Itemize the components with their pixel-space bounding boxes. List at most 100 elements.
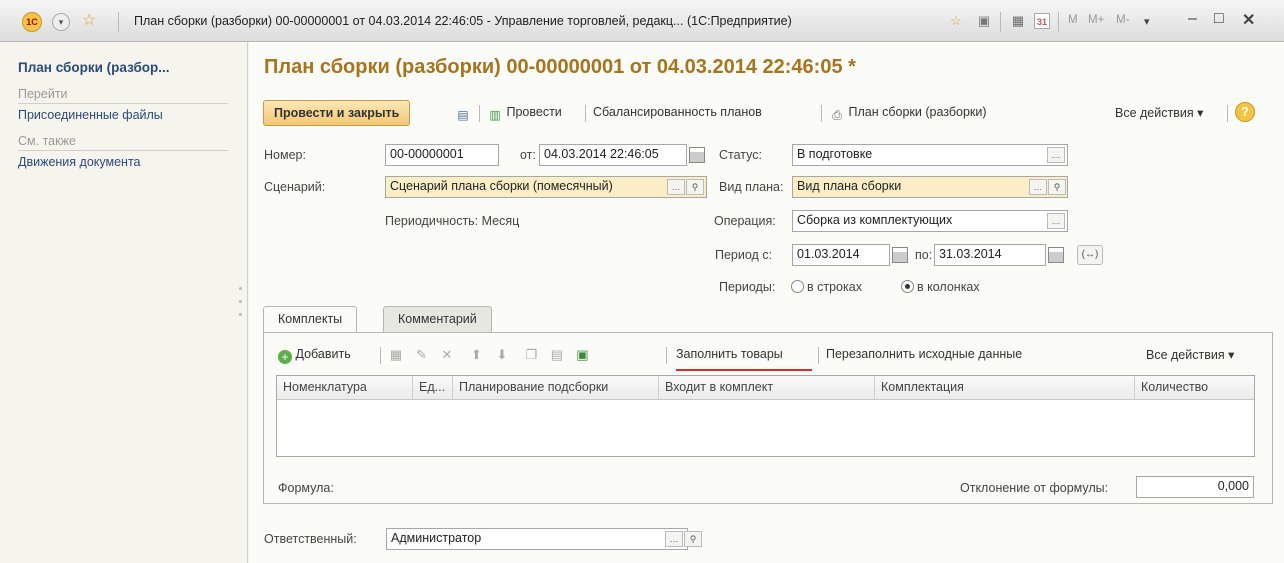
post-icon: ▥: [489, 108, 501, 122]
titlebar-divider: [118, 12, 119, 32]
scenario-label: Сценарий:: [264, 180, 326, 194]
number-field[interactable]: 00-00000001: [385, 144, 499, 166]
splitter-handle[interactable]: [239, 287, 242, 290]
post-and-close-button[interactable]: Провести и закрыть: [263, 100, 411, 126]
status-field[interactable]: В подготовке: [792, 144, 1068, 166]
responsible-label: Ответственный:: [264, 532, 357, 546]
radio-circle-icon[interactable]: [791, 280, 804, 293]
paste-icon[interactable]: ▤: [549, 347, 565, 363]
responsible-select-button[interactable]: …: [665, 531, 683, 547]
status-select-button[interactable]: …: [1047, 147, 1065, 163]
window-title: План сборки (разборки) 00-00000001 от 04…: [134, 14, 792, 28]
dropdown-chevron-icon[interactable]: ▾: [1144, 15, 1150, 28]
minimize-icon[interactable]: –: [1188, 10, 1197, 28]
operation-select-button[interactable]: …: [1047, 213, 1065, 229]
print-button[interactable]: ⎙ План сборки (разборки): [829, 105, 986, 123]
column-header[interactable]: Комплектация: [875, 376, 1135, 400]
delete-icon[interactable]: ✕: [439, 347, 455, 363]
page-title: План сборки (разборки) 00-00000001 от 04…: [264, 56, 856, 78]
kits-table-header: Номенклатура Ед... Планирование подсборк…: [277, 376, 1254, 400]
save-icon[interactable]: ▤: [455, 105, 471, 123]
post-button[interactable]: ▥ Провести: [487, 105, 561, 123]
calculator-icon[interactable]: ▦: [1010, 13, 1026, 29]
splitter-handle[interactable]: [239, 300, 242, 303]
nav-link-document-movements[interactable]: Движения документа: [18, 155, 247, 169]
period-to-field[interactable]: 31.03.2014: [934, 244, 1046, 266]
nav-link-attached-files[interactable]: Присоединенные файлы: [18, 108, 247, 122]
kits-tab-panel: + Добавить ▦ ✎ ✕ ⬆ ⬇ ❐ ▤ ▣ Заполнить тов…: [263, 332, 1273, 504]
tab-comment[interactable]: Комментарий: [383, 306, 492, 332]
splitter-handle[interactable]: [239, 313, 242, 316]
period-select-button[interactable]: (↔): [1077, 245, 1103, 265]
period-from-calendar-icon[interactable]: [892, 247, 908, 263]
main-menu-icon[interactable]: ▾: [52, 13, 70, 31]
memory-m-button[interactable]: M: [1068, 14, 1078, 26]
deviation-field[interactable]: 0,000: [1136, 476, 1254, 498]
responsible-field[interactable]: Администратор: [386, 528, 688, 550]
plan-type-open-icon[interactable]: ⚲: [1048, 179, 1066, 195]
history-icon[interactable]: ▣: [976, 13, 992, 29]
toolbar-divider: [479, 105, 480, 122]
app-logo-icon[interactable]: 1С: [22, 12, 42, 32]
column-header[interactable]: Количество: [1135, 376, 1254, 400]
navigation-panel: План сборки (разбор... Перейти Присоедин…: [0, 42, 248, 563]
kits-all-actions-menu[interactable]: Все действия ▾: [1146, 347, 1234, 362]
move-down-icon[interactable]: ⬇: [494, 347, 510, 363]
date-field[interactable]: 04.03.2014 22:46:05: [539, 144, 687, 166]
fill-goods-button[interactable]: Заполнить товары: [676, 347, 783, 361]
column-header[interactable]: Входит в комплект: [659, 376, 875, 400]
help-icon[interactable]: ?: [1235, 102, 1255, 122]
window-titlebar: 1С ▾ ☆ План сборки (разборки) 00-0000000…: [0, 0, 1284, 42]
period-from-label: Период с:: [715, 248, 773, 262]
balance-plans-button[interactable]: Сбалансированность планов: [593, 105, 762, 119]
close-icon[interactable]: ✕: [1242, 10, 1255, 30]
formula-label: Формула:: [278, 481, 334, 495]
add-favorite-icon[interactable]: ☆: [948, 13, 964, 29]
scenario-open-icon[interactable]: ⚲: [686, 179, 704, 195]
titlebar-divider: [1058, 12, 1059, 32]
period-from-field[interactable]: 01.03.2014: [792, 244, 890, 266]
operation-label: Операция:: [714, 214, 776, 228]
kits-action-icons: ▦ ✎ ✕ ⬆ ⬇ ❐ ▤ ▣: [388, 347, 590, 363]
toolbar-divider: [821, 105, 822, 122]
periods-label: Периоды:: [719, 280, 776, 294]
fill-goods-underline: [676, 369, 812, 371]
nav-section-goto: Перейти: [18, 87, 228, 104]
toolbar-divider: [380, 347, 381, 364]
refill-source-data-button[interactable]: Перезаполнить исходные данные: [826, 347, 1022, 361]
plan-type-field[interactable]: Вид плана сборки: [792, 176, 1068, 198]
maximize-icon[interactable]: □: [1214, 10, 1224, 28]
kits-table[interactable]: Номенклатура Ед... Планирование подсборк…: [276, 375, 1255, 457]
operation-field[interactable]: Сборка из комплектующих: [792, 210, 1068, 232]
period-to-calendar-icon[interactable]: [1048, 247, 1064, 263]
add-button[interactable]: + Добавить: [278, 347, 351, 364]
fill-table-icon[interactable]: ▣: [574, 347, 590, 363]
move-up-icon[interactable]: ⬆: [468, 347, 484, 363]
edit-icon[interactable]: ✎: [413, 347, 429, 363]
column-header[interactable]: Ед...: [413, 376, 453, 400]
toolbar-divider: [666, 347, 667, 364]
calendar-icon[interactable]: 31: [1034, 13, 1050, 29]
copy-icon[interactable]: ❐: [523, 347, 539, 363]
copy-row-icon[interactable]: ▦: [388, 347, 404, 363]
nav-document-title[interactable]: План сборки (разбор...: [18, 60, 247, 75]
scenario-field[interactable]: Сценарий плана сборки (помесячный): [385, 176, 707, 198]
favorite-star-icon[interactable]: ☆: [82, 10, 96, 30]
nav-section-see-also: См. также: [18, 134, 228, 151]
tab-kits[interactable]: Комплекты: [263, 306, 358, 333]
document-form: План сборки (разборки) 00-00000001 от 04…: [249, 42, 1284, 563]
scenario-select-button[interactable]: …: [667, 179, 685, 195]
periods-cols-radio[interactable]: в колонках: [901, 280, 980, 294]
column-header[interactable]: Номенклатура: [277, 376, 413, 400]
plan-type-select-button[interactable]: …: [1029, 179, 1047, 195]
memory-mplus-button[interactable]: M+: [1088, 14, 1104, 26]
periods-rows-radio[interactable]: в строках: [791, 280, 862, 294]
radio-circle-selected-icon[interactable]: [901, 280, 914, 293]
date-calendar-icon[interactable]: [689, 147, 705, 163]
responsible-open-icon[interactable]: ⚲: [684, 531, 702, 547]
all-actions-menu[interactable]: Все действия ▾: [1115, 105, 1203, 120]
column-header[interactable]: Планирование подсборки: [453, 376, 659, 400]
memory-mminus-button[interactable]: M-: [1116, 14, 1129, 26]
toolbar-divider: [585, 105, 586, 122]
command-bar: Провести и закрыть ▤ ▥ Провести Сбаланси…: [263, 100, 1269, 128]
